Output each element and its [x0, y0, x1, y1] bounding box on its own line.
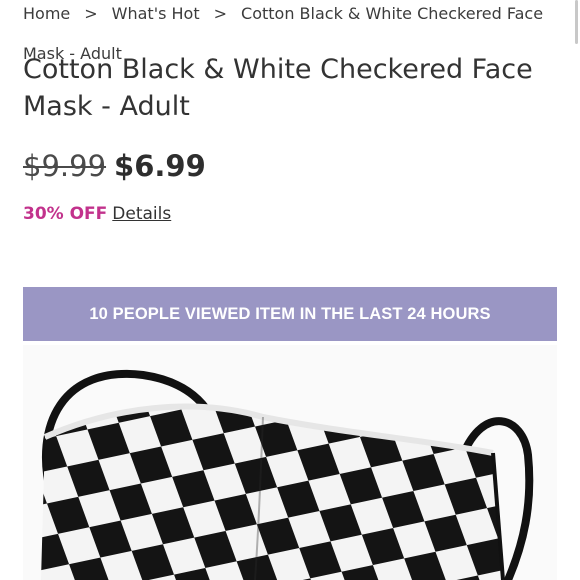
breadcrumb-home-link[interactable]: Home — [23, 4, 70, 23]
product-image[interactable] — [23, 345, 557, 580]
breadcrumb-whats-hot-link[interactable]: What's Hot — [112, 4, 200, 23]
sale-price: $6.99 — [114, 149, 206, 183]
product-title: Cotton Black & White Checkered Face Mask… — [23, 54, 533, 122]
details-link[interactable]: Details — [112, 204, 171, 224]
price-row: $9.99 $6.99 — [23, 148, 206, 184]
discount-label: 30% OFF — [23, 204, 108, 224]
breadcrumb-separator: > — [213, 4, 228, 23]
recently-viewed-banner: 10 PEOPLE VIEWED ITEM IN THE LAST 24 HOU… — [23, 287, 557, 341]
product-page: Home > What's Hot > Cotton Black & White Che… — [0, 0, 580, 580]
checkered-face-mask-photo — [23, 345, 557, 580]
original-price: $9.99 — [23, 149, 107, 183]
discount-row: 30% OFF Details — [23, 202, 171, 226]
breadcrumb-separator: > — [84, 4, 98, 23]
scrollbar-thumb[interactable] — [575, 0, 578, 44]
